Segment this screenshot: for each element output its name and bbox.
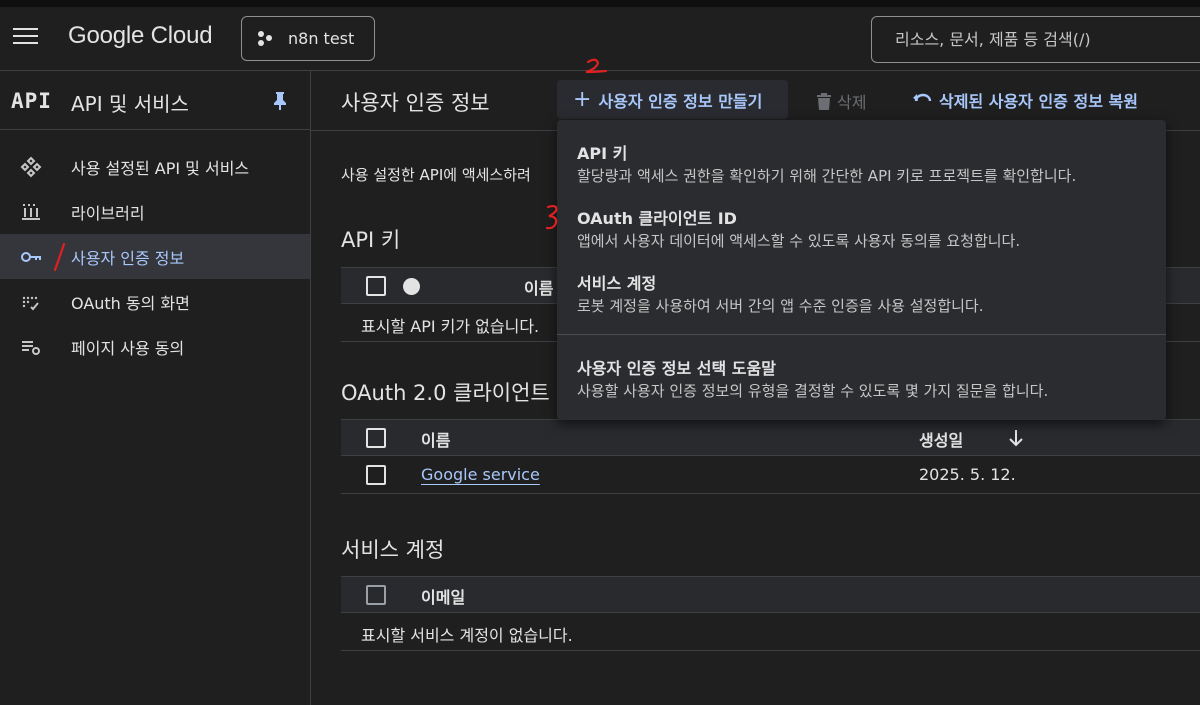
sidebar-item-label: OAuth 동의 화면 [71,293,190,313]
hub-icon [20,156,42,178]
api-keys-title: API 키 [341,228,401,252]
sort-down-icon[interactable] [1009,430,1023,447]
sidebar-item-library[interactable]: 라이브러리 [0,189,310,234]
select-all-checkbox[interactable] [366,428,386,448]
settings-list-icon [22,341,40,355]
menu-item-desc: 앱에서 사용자 데이터에 액세스할 수 있도록 사용자 동의를 요청합니다. [577,232,1021,250]
empty-message: 표시할 API 키가 없습니다. [361,317,540,336]
api-badge-icon: API [11,89,52,113]
sidebar-item-enabled-apis[interactable]: 사용 설정된 API 및 서비스 [0,144,310,189]
created-date: 2025. 5. 12. [919,465,1016,484]
oauth-table-header: 이름 생성일 [341,419,1200,456]
menu-item-desc: 사용할 사용자 인증 정보의 유형을 결정할 수 있도록 몇 가지 질문을 합니… [577,382,1049,400]
sidebar-item-credentials[interactable]: 사용자 인증 정보 [0,234,310,279]
empty-message: 표시할 서비스 계정이 없습니다. [361,626,573,645]
sidebar-item-label: 라이브러리 [71,203,145,223]
menu-item-title: OAuth 클라이언트 ID [577,209,737,228]
menu-item-service-account[interactable]: 서비스 계정 로봇 계정을 사용하여 서버 간의 앱 수준 인증을 사용 설정합… [557,252,1166,322]
sidebar-item-oauth-consent[interactable]: OAuth 동의 화면 [0,279,310,324]
plus-icon: + [573,86,592,112]
col-name-header[interactable]: 이름 [524,275,553,299]
project-icon [258,30,274,47]
restore-label: 삭제된 사용자 인증 정보 복원 [939,92,1138,111]
menu-item-api-key[interactable]: API 키 할당량과 액세스 권한을 확인하기 위해 간단한 API 키로 프로… [557,120,1166,186]
project-label: n8n test [288,29,355,48]
consent-icon [22,296,39,311]
delete-button[interactable]: 삭제 [817,89,866,113]
undo-icon [913,93,932,102]
menu-item-oauth-client-id[interactable]: OAuth 클라이언트 ID 앱에서 사용자 데이터에 액세스할 수 있도록 사… [557,186,1166,252]
select-all-checkbox[interactable] [366,276,386,296]
project-picker-button[interactable]: n8n test [241,16,375,61]
trash-icon [817,92,831,110]
sidebar-item-label: 페이지 사용 동의 [71,338,185,358]
col-email-header[interactable]: 이메일 [421,584,465,608]
menu-item-desc: 로봇 계정을 사용하여 서버 간의 앱 수준 인증을 사용 설정합니다. [577,297,984,315]
sidebar-title: API 및 서비스 [71,92,189,116]
col-created-header[interactable]: 생성일 [919,427,963,451]
main-menu-icon[interactable] [13,28,38,46]
menu-item-title: 사용자 인증 정보 선택 도움말 [577,359,776,378]
oauth-clients-title: OAuth 2.0 클라이언트 [341,381,550,405]
col-name-header[interactable]: 이름 [421,427,450,451]
service-accounts-table-header: 이메일 [341,576,1200,613]
menu-item-title: API 키 [577,144,628,163]
sidebar-item-page-usage-agreements[interactable]: 페이지 사용 동의 [0,324,310,369]
sidebar: API API 및 서비스 사용 설정된 API 및 서비스 라이브러리 사용자… [0,70,311,705]
pin-icon[interactable] [272,91,288,111]
page-title: 사용자 인증 정보 [341,91,490,115]
menu-item-title: 서비스 계정 [577,274,657,293]
sidebar-nav: 사용 설정된 API 및 서비스 라이브러리 사용자 인증 정보 OAuth 동… [0,144,310,369]
sidebar-item-label: 사용 설정된 API 및 서비스 [71,158,250,178]
row-checkbox[interactable] [366,465,386,485]
search-input[interactable]: 리소스, 문서, 제품 등 검색(/) [871,16,1200,63]
google-cloud-logo[interactable]: Google Cloud [68,22,213,50]
library-icon [22,204,40,220]
client-name-link[interactable]: Google service [421,465,540,484]
create-credentials-label: 사용자 인증 정보 만들기 [598,91,763,111]
sidebar-header: API API 및 서비스 [0,71,310,130]
delete-label: 삭제 [837,93,867,112]
service-accounts-empty-row: 표시할 서비스 계정이 없습니다. [341,613,1200,651]
top-bar: Google Cloud n8n test 리소스, 문서, 제품 등 검색(/… [0,0,1200,70]
key-icon [21,252,41,262]
select-all-checkbox[interactable] [366,585,386,605]
service-accounts-title: 서비스 계정 [341,538,445,562]
create-credentials-menu: API 키 할당량과 액세스 권한을 확인하기 위해 간단한 API 키로 프로… [557,120,1166,420]
restore-deleted-button[interactable]: 삭제된 사용자 인증 정보 복원 [913,88,1138,112]
status-icon [403,278,420,295]
sidebar-item-label: 사용자 인증 정보 [71,248,185,268]
menu-item-help-me-choose[interactable]: 사용자 인증 정보 선택 도움말 사용할 사용자 인증 정보의 유형을 결정할 … [557,335,1166,420]
create-credentials-button[interactable]: + 사용자 인증 정보 만들기 [557,80,788,119]
intro-text: 사용 설정한 API에 액세스하려 [341,166,531,184]
table-row[interactable]: Google service 2025. 5. 12. [341,456,1200,494]
menu-item-desc: 할당량과 액세스 권한을 확인하기 위해 간단한 API 키로 프로젝트를 확인… [577,167,1077,185]
